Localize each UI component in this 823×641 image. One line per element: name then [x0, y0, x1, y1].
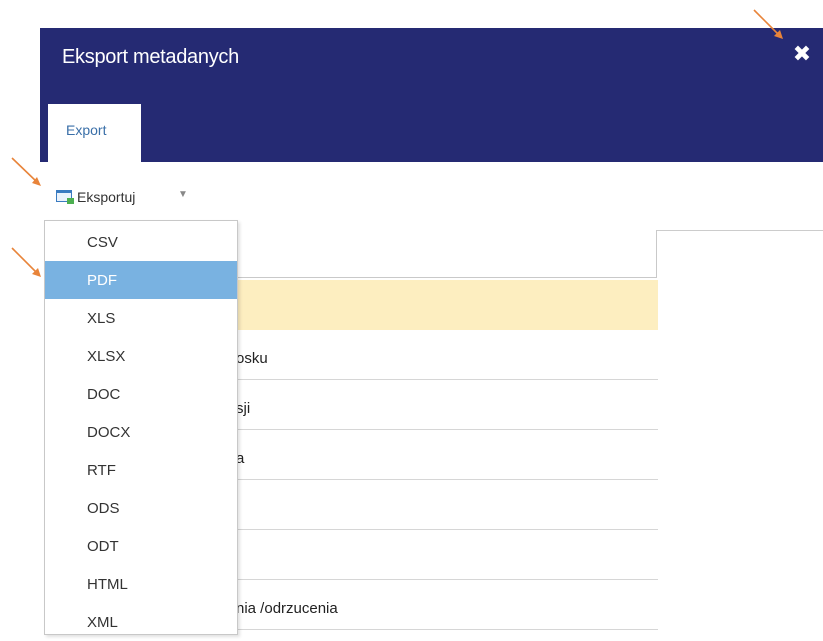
- export-icon: [56, 190, 74, 204]
- menu-item-xml[interactable]: XML: [45, 603, 237, 641]
- menu-item-ods[interactable]: ODS: [45, 489, 237, 527]
- menu-item-label: CSV: [87, 234, 118, 251]
- export-button-label: Eksportuj: [77, 189, 136, 205]
- menu-item-label: RTF: [87, 462, 116, 479]
- menu-item-doc[interactable]: DOC: [45, 375, 237, 413]
- grid-header: [236, 230, 657, 278]
- annotation-arrow-pdf: [11, 247, 41, 277]
- menu-item-label: XLSX: [87, 348, 126, 365]
- dialog-header: Eksport metadanych ✖ Export: [40, 28, 823, 162]
- menu-item-label: ODS: [87, 500, 120, 517]
- table-cell: nia /odrzucenia: [236, 600, 338, 617]
- menu-item-xlsx[interactable]: XLSX: [45, 337, 237, 375]
- table-row[interactable]: sji: [236, 380, 658, 430]
- menu-item-docx[interactable]: DOCX: [45, 413, 237, 451]
- table-cell: sji: [236, 400, 251, 417]
- table-cell: osku: [236, 350, 268, 367]
- tab-export[interactable]: Export: [48, 104, 141, 162]
- menu-item-label: PDF: [87, 272, 117, 289]
- tab-export-label: Export: [66, 122, 107, 138]
- menu-item-html[interactable]: HTML: [45, 565, 237, 603]
- table-row[interactable]: osku: [236, 330, 658, 380]
- table-row[interactable]: [236, 280, 658, 330]
- menu-item-label: XLS: [87, 310, 116, 327]
- menu-item-label: DOC: [87, 386, 121, 403]
- menu-item-xls[interactable]: XLS: [45, 299, 237, 337]
- menu-item-pdf[interactable]: PDF: [45, 261, 237, 299]
- export-format-menu: CSV PDF XLS XLSX DOC DOCX RTF ODS ODT HT…: [44, 220, 238, 635]
- menu-item-rtf[interactable]: RTF: [45, 451, 237, 489]
- table-row[interactable]: [236, 480, 658, 530]
- close-icon[interactable]: ✖: [792, 42, 812, 66]
- menu-item-odt[interactable]: ODT: [45, 527, 237, 565]
- annotation-arrow-export: [11, 157, 41, 186]
- table-row[interactable]: nia /odrzucenia: [236, 580, 658, 630]
- table-row[interactable]: a: [236, 430, 658, 480]
- menu-item-label: ODT: [87, 538, 119, 555]
- chevron-down-icon: ▼: [178, 189, 188, 200]
- annotation-arrow-close: [753, 9, 783, 39]
- menu-item-label: XML: [87, 614, 118, 631]
- menu-item-label: DOCX: [87, 424, 131, 441]
- menu-item-label: HTML: [87, 576, 128, 593]
- export-dropdown-button[interactable]: Eksportuj ▼: [46, 178, 201, 218]
- menu-item-csv[interactable]: CSV: [45, 223, 237, 261]
- table-row[interactable]: [236, 530, 658, 580]
- dialog-title: Eksport metadanych: [62, 46, 239, 68]
